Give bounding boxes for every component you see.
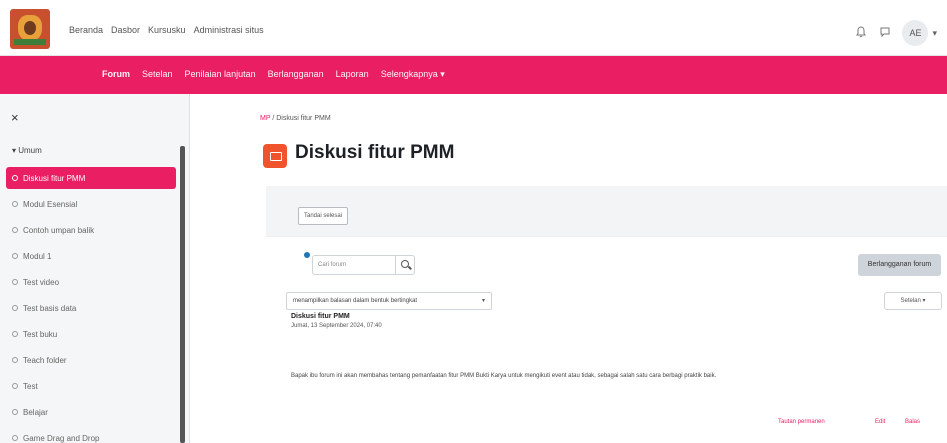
chevron-down-icon: ▾	[481, 298, 485, 304]
sidebar-item-test-basis-data[interactable]: Test basis data	[6, 297, 176, 319]
completion-panel	[266, 186, 947, 236]
site-logo[interactable]	[10, 9, 50, 49]
sidebar-item-label: Modul 1	[23, 251, 52, 261]
circle-icon	[12, 383, 18, 389]
sidebar-item-contoh-umpan-balik[interactable]: Contoh umpan balik	[6, 219, 176, 241]
sidebar-item-test-buku[interactable]: Test buku	[6, 323, 176, 345]
mark-done-button[interactable]: Tandai selesai	[298, 207, 349, 225]
circle-icon	[12, 409, 18, 415]
sidebar-item-label: Game Drag and Drop	[23, 433, 100, 443]
chevron-down-icon[interactable]: ▾	[932, 28, 937, 39]
sidebar-item-label: Modul Esensial	[23, 199, 78, 209]
circle-icon	[12, 357, 18, 363]
permalink-link[interactable]: Tautan permanen	[778, 419, 825, 425]
nav-site-admin[interactable]: Administrasi situs	[194, 25, 264, 35]
sidebar-item-test-video[interactable]: Test video	[6, 271, 176, 293]
sidebar-item-test[interactable]: Test	[6, 375, 176, 397]
circle-icon	[12, 279, 18, 285]
circle-icon	[12, 435, 18, 441]
sidebar-item-label: Teach folder	[23, 355, 67, 365]
circle-icon	[12, 331, 18, 337]
sidebar-scrollbar[interactable]	[180, 146, 185, 443]
circle-icon	[12, 227, 18, 233]
tab-subscriptions[interactable]: Berlangganan	[268, 69, 324, 80]
search-button[interactable]	[395, 255, 415, 275]
sidebar-item-modul-esensial[interactable]: Modul Esensial	[6, 193, 176, 215]
search-input[interactable]: Cari forum	[312, 255, 396, 275]
tab-more[interactable]: Selengkapnya ▾	[381, 69, 445, 80]
chat-icon[interactable]	[878, 26, 892, 40]
primary-nav: Beranda Dasbor Kursusku Administrasi sit…	[69, 25, 264, 35]
user-menu-area: AE ▾	[854, 20, 937, 46]
top-navbar: Beranda Dasbor Kursusku Administrasi sit…	[0, 0, 947, 56]
sidebar-item-label: Test buku	[23, 329, 58, 339]
sidebar-item-label: Belajar	[23, 407, 48, 417]
section-general[interactable]: ▾ Umum	[12, 146, 42, 155]
sidebar-item-modul-1[interactable]: Modul 1	[6, 245, 176, 267]
edit-link[interactable]: Edit	[875, 419, 885, 425]
nav-dashboard[interactable]: Dasbor	[111, 25, 140, 35]
breadcrumb: MP / Diskusi fitur PMM	[260, 115, 331, 122]
tab-forum[interactable]: Forum	[102, 69, 130, 80]
post-date: Jumat, 13 September 2024, 07:40	[291, 323, 382, 329]
breadcrumb-course-link[interactable]: MP	[260, 115, 270, 122]
page-title: Diskusi fitur PMM	[295, 142, 455, 163]
sidebar-item-belajar[interactable]: Belajar	[6, 401, 176, 423]
sidebar-list: Diskusi fitur PMM Modul Esensial Contoh …	[6, 167, 176, 443]
display-mode-select[interactable]: menampilkan balasan dalam bentuk berting…	[286, 292, 492, 310]
sidebar-item-label: Contoh umpan balik	[23, 225, 95, 235]
post-message: Bapak ibu forum ini akan membahas tentan…	[291, 373, 717, 379]
sidebar-item-label: Test	[23, 381, 38, 391]
sidebar-item-game-drag-drop[interactable]: Game Drag and Drop	[6, 427, 176, 443]
circle-icon	[12, 175, 18, 181]
avatar[interactable]: AE	[902, 20, 929, 46]
post-subject: Diskusi fitur PMM	[291, 313, 350, 320]
course-index-sidebar: × ▾ Umum Diskusi fitur PMM Modul Esensia…	[0, 94, 190, 443]
sidebar-item-label: Test video	[23, 277, 60, 287]
sidebar-item-teach-folder[interactable]: Teach folder	[6, 349, 176, 371]
circle-icon	[12, 305, 18, 311]
nav-my-courses[interactable]: Kursusku	[148, 25, 186, 35]
settings-dropdown-button[interactable]: Setelan ▾	[884, 292, 942, 310]
reply-link[interactable]: Balas	[905, 419, 920, 425]
display-mode-value: menampilkan balasan dalam bentuk berting…	[293, 298, 418, 304]
breadcrumb-current: Diskusi fitur PMM	[276, 115, 331, 122]
secondary-nav: Forum Setelan Penilaian lanjutan Berlang…	[0, 56, 947, 94]
sidebar-item-diskusi-fitur-pmm[interactable]: Diskusi fitur PMM	[6, 167, 176, 189]
help-icon[interactable]	[304, 252, 310, 258]
sidebar-item-label: Diskusi fitur PMM	[23, 173, 86, 183]
main-content: MP / Diskusi fitur PMM Diskusi fitur PMM	[190, 94, 947, 443]
tab-reports[interactable]: Laporan	[336, 69, 369, 80]
forum-icon	[263, 144, 287, 168]
subscribe-forum-button[interactable]: Berlangganan forum	[858, 254, 941, 276]
close-icon[interactable]: ×	[11, 110, 19, 125]
circle-icon	[12, 201, 18, 207]
bell-icon[interactable]	[854, 26, 868, 40]
circle-icon	[12, 253, 18, 259]
sidebar-item-label: Test basis data	[23, 303, 77, 313]
tab-settings[interactable]: Setelan	[142, 69, 173, 80]
nav-home[interactable]: Beranda	[69, 25, 103, 35]
tab-advanced-grading[interactable]: Penilaian lanjutan	[185, 69, 256, 80]
